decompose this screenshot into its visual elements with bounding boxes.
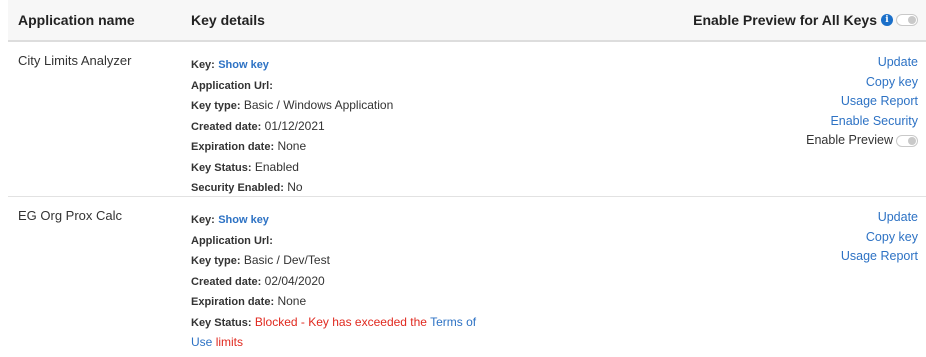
application-url-line: Application Url: (191, 76, 606, 97)
enable-security-link[interactable]: Enable Security (606, 112, 918, 132)
row-actions: Update Copy key Usage Report (606, 197, 926, 357)
key-line: Key: Show key (191, 210, 606, 231)
show-key-link[interactable]: Show key (218, 214, 269, 226)
key-status-blocked-text: Blocked - Key has exceeded the (254, 314, 427, 329)
expiration-date-label: Expiration date: (191, 296, 275, 308)
application-name: EG Org Prox Calc (18, 208, 123, 223)
preview-all-control: Enable Preview for All Keys i (606, 12, 926, 28)
created-date-value: 02/04/2020 (264, 273, 325, 288)
key-type-label: Key type: (191, 100, 241, 112)
table-row: City Limits Analyzer Key: Show key Appli… (8, 42, 926, 197)
update-link[interactable]: Update (606, 53, 918, 73)
info-icon[interactable]: i (881, 14, 893, 26)
preview-all-label: Enable Preview for All Keys (693, 12, 877, 28)
security-enabled-value: No (287, 180, 303, 194)
application-url-label: Application Url: (191, 234, 273, 247)
created-date-value: 01/12/2021 (264, 118, 325, 133)
usage-report-link[interactable]: Usage Report (606, 92, 918, 112)
table-row: EG Org Prox Calc Key: Show key Applicati… (8, 197, 926, 357)
expiration-date-value: None (277, 139, 307, 153)
update-link[interactable]: Update (606, 208, 918, 228)
key-label: Key: (191, 214, 215, 226)
key-details: Key: Show key Application Url: Key type:… (191, 42, 606, 196)
created-date-line: Created date: 02/04/2020 (191, 272, 606, 293)
created-date-label: Created date: (191, 120, 262, 133)
key-type-line: Key type: Basic / Windows Application (191, 96, 606, 117)
key-type-line: Key type: Basic / Dev/Test (191, 251, 606, 272)
usage-report-link[interactable]: Usage Report (606, 247, 918, 267)
key-status-label: Key Status: (191, 161, 252, 174)
terms-of-use-link[interactable]: Terms of (430, 315, 476, 329)
enable-preview-toggle[interactable] (896, 134, 918, 147)
key-status-line: Key Status: Enabled (191, 158, 606, 179)
security-enabled-label: Security Enabled: (191, 182, 284, 194)
security-enabled-line: Security Enabled: No (191, 178, 606, 199)
key-label: Key: (191, 59, 215, 71)
show-key-link[interactable]: Show key (218, 59, 269, 71)
expiration-date-line: Expiration date: None (191, 137, 606, 158)
created-date-line: Created date: 01/12/2021 (191, 117, 606, 138)
key-details: Key: Show key Application Url: Key type:… (191, 197, 606, 357)
key-type-value: Basic / Windows Application (243, 98, 394, 112)
expiration-date-line: Expiration date: None (191, 292, 606, 313)
expiration-date-value: None (277, 294, 307, 308)
application-url-label: Application Url: (191, 79, 273, 92)
key-line: Key: Show key (191, 55, 606, 76)
expiration-date-label: Expiration date: (191, 141, 275, 153)
application-name: City Limits Analyzer (18, 53, 132, 68)
table-header: Application name Key details Enable Prev… (8, 0, 926, 42)
application-url-line: Application Url: (191, 231, 606, 252)
row-actions: Update Copy key Usage Report Enable Secu… (606, 42, 926, 196)
enable-preview-label: Enable Preview (806, 133, 893, 147)
key-type-value: Basic / Dev/Test (243, 253, 330, 267)
column-header-application-name: Application name (18, 12, 135, 28)
copy-key-link[interactable]: Copy key (606, 228, 918, 248)
copy-key-link[interactable]: Copy key (606, 73, 918, 93)
enable-preview-control: Enable Preview (606, 131, 918, 151)
key-status-value: Enabled (254, 159, 299, 174)
created-date-label: Created date: (191, 275, 262, 288)
key-status-label: Key Status: (191, 316, 252, 329)
api-keys-table: Application name Key details Enable Prev… (0, 0, 926, 357)
preview-all-toggle[interactable] (896, 14, 918, 26)
column-header-key-details: Key details (191, 12, 265, 28)
key-type-label: Key type: (191, 255, 241, 267)
